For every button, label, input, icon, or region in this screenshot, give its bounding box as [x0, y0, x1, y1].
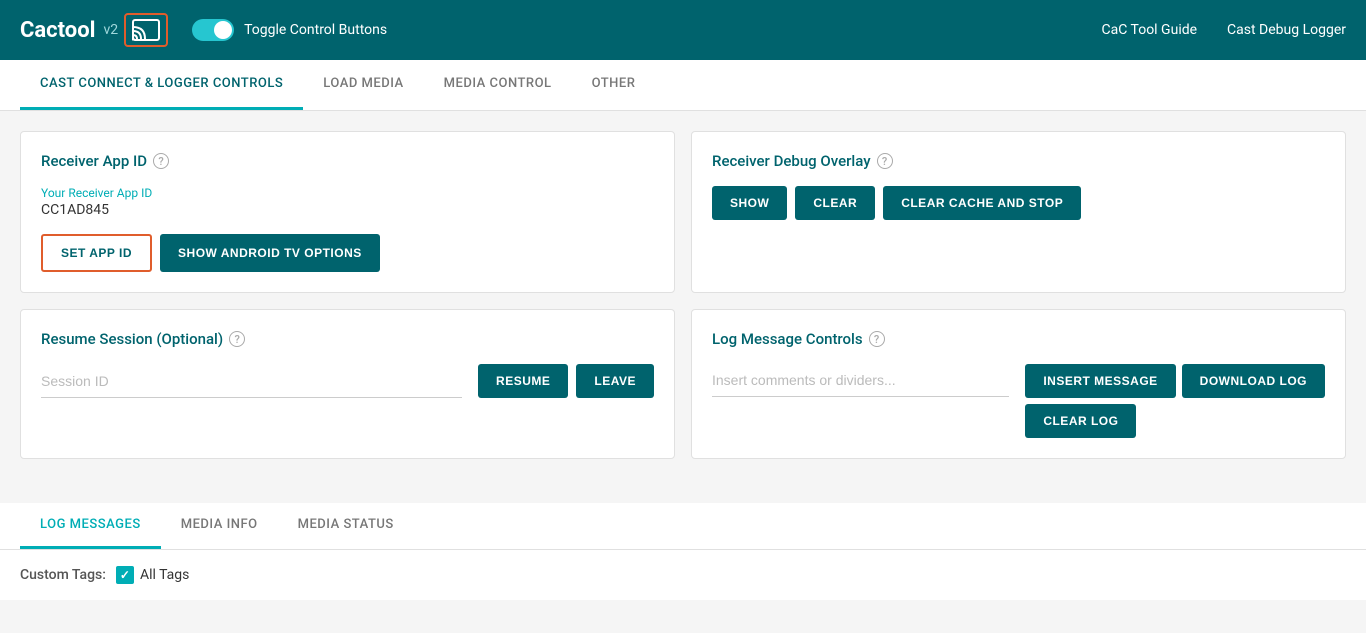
insert-message-button[interactable]: INSERT MESSAGE: [1025, 364, 1175, 398]
logo-area: Cactool v2: [20, 13, 168, 47]
log-buttons-area: INSERT MESSAGE DOWNLOAD LOG CLEAR LOG: [1025, 364, 1325, 438]
cast-icon: [132, 19, 160, 41]
cac-tool-guide-link[interactable]: CaC Tool Guide: [1102, 22, 1198, 38]
receiver-app-id-help-icon[interactable]: ?: [153, 153, 169, 169]
header-links: CaC Tool Guide Cast Debug Logger: [1102, 22, 1347, 38]
main-content: Receiver App ID ? Your Receiver App ID C…: [0, 111, 1366, 495]
log-message-controls-title: Log Message Controls ?: [712, 330, 1325, 348]
resume-session-card: Resume Session (Optional) ? RESUME LEAVE: [20, 309, 675, 459]
log-buttons-bottom-row: CLEAR LOG: [1025, 404, 1136, 438]
resume-session-content: RESUME LEAVE: [41, 364, 654, 398]
bottom-cards-row: Resume Session (Optional) ? RESUME LEAVE…: [20, 309, 1346, 459]
clear-cache-and-stop-button[interactable]: CLEAR CACHE AND STOP: [883, 186, 1081, 220]
main-nav-tabs: CAST CONNECT & LOGGER CONTROLS LOAD MEDI…: [0, 60, 1366, 111]
tab-other[interactable]: OTHER: [572, 60, 656, 110]
receiver-debug-overlay-help-icon[interactable]: ?: [877, 153, 893, 169]
show-debug-button[interactable]: SHOW: [712, 186, 787, 220]
toggle-label: Toggle Control Buttons: [244, 22, 387, 38]
toggle-control-buttons[interactable]: [192, 19, 234, 41]
log-message-controls-help-icon[interactable]: ?: [869, 331, 885, 347]
app-header: Cactool v2 Toggle Control Buttons CaC To…: [0, 0, 1366, 60]
tab-media-status[interactable]: MEDIA STATUS: [278, 503, 414, 549]
tab-media-info[interactable]: MEDIA INFO: [161, 503, 278, 549]
resume-session-title: Resume Session (Optional) ?: [41, 330, 654, 348]
cast-debug-logger-link[interactable]: Cast Debug Logger: [1227, 22, 1346, 38]
receiver-app-id-card: Receiver App ID ? Your Receiver App ID C…: [20, 131, 675, 293]
resume-button[interactable]: RESUME: [478, 364, 568, 398]
all-tags-checkbox[interactable]: [116, 566, 134, 584]
receiver-app-buttons: SET APP ID SHOW ANDROID TV OPTIONS: [41, 234, 654, 272]
log-message-controls-card: Log Message Controls ? INSERT MESSAGE DO…: [691, 309, 1346, 459]
logo-version: v2: [103, 22, 118, 38]
receiver-debug-overlay-card: Receiver Debug Overlay ? SHOW CLEAR CLEA…: [691, 131, 1346, 293]
resume-session-help-icon[interactable]: ?: [229, 331, 245, 347]
clear-debug-button[interactable]: CLEAR: [795, 186, 875, 220]
custom-tags-area: Custom Tags: All Tags: [0, 550, 1366, 600]
cast-icon-box[interactable]: [124, 13, 168, 47]
session-id-input[interactable]: [41, 365, 462, 398]
leave-button[interactable]: LEAVE: [576, 364, 654, 398]
log-buttons-top-row: INSERT MESSAGE DOWNLOAD LOG: [1025, 364, 1325, 398]
session-id-area: [41, 365, 462, 398]
tab-log-messages[interactable]: LOG MESSAGES: [20, 503, 161, 549]
show-android-tv-options-button[interactable]: SHOW ANDROID TV OPTIONS: [160, 234, 380, 272]
resume-session-buttons: RESUME LEAVE: [478, 364, 654, 398]
clear-log-button[interactable]: CLEAR LOG: [1025, 404, 1136, 438]
log-card-content: INSERT MESSAGE DOWNLOAD LOG CLEAR LOG: [712, 364, 1325, 438]
bottom-nav-tabs: LOG MESSAGES MEDIA INFO MEDIA STATUS: [0, 503, 1366, 550]
top-cards-row: Receiver App ID ? Your Receiver App ID C…: [20, 131, 1346, 293]
tab-media-control[interactable]: MEDIA CONTROL: [424, 60, 572, 110]
log-comment-input[interactable]: [712, 364, 1009, 397]
tab-cast-connect[interactable]: CAST CONNECT & LOGGER CONTROLS: [20, 60, 303, 110]
all-tags-label: All Tags: [140, 567, 189, 583]
receiver-debug-overlay-title: Receiver Debug Overlay ?: [712, 152, 1325, 170]
receiver-app-id-title: Receiver App ID ?: [41, 152, 654, 170]
all-tags-checkbox-container[interactable]: All Tags: [116, 566, 189, 584]
tab-load-media[interactable]: LOAD MEDIA: [303, 60, 423, 110]
toggle-area: Toggle Control Buttons: [192, 19, 1101, 41]
custom-tags-label: Custom Tags:: [20, 567, 106, 583]
set-app-id-button[interactable]: SET APP ID: [41, 234, 152, 272]
log-input-area: [712, 364, 1009, 397]
receiver-debug-buttons: SHOW CLEAR CLEAR CACHE AND STOP: [712, 186, 1325, 220]
logo-text: Cactool: [20, 18, 95, 43]
receiver-app-id-value: CC1AD845: [41, 202, 654, 218]
download-log-button[interactable]: DOWNLOAD LOG: [1182, 364, 1325, 398]
receiver-app-id-input-label: Your Receiver App ID: [41, 186, 654, 200]
